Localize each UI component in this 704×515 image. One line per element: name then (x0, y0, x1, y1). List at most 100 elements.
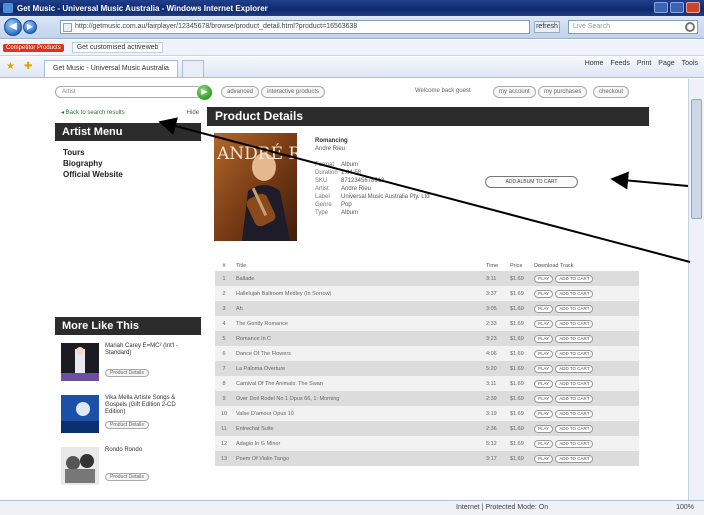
add-track-to-cart-button[interactable]: ADD TO CART (555, 424, 594, 433)
track-row[interactable]: 7 La Paloma Overture 5:20 $1.69 PLAY ADD TO C… (215, 361, 639, 376)
add-track-to-cart-button[interactable]: ADD TO CART (555, 304, 594, 313)
more-item-details-button[interactable]: Product Details (105, 473, 149, 481)
play-track-button[interactable]: PLAY (534, 274, 554, 283)
add-track-to-cart-button[interactable]: ADD TO CART (555, 439, 594, 448)
cmd-home[interactable]: Home (585, 60, 604, 67)
scrollbar-thumb[interactable] (691, 99, 702, 219)
cmd-page[interactable]: Page (658, 60, 674, 67)
links-toolbar: Competitor Products Get customised activ… (0, 40, 704, 56)
new-tab-button[interactable] (181, 60, 204, 77)
add-track-to-cart-button[interactable]: ADD TO CART (555, 334, 594, 343)
add-album-to-cart-button[interactable]: ADD ALBUM TO CART (485, 176, 578, 188)
refresh-button[interactable]: refresh (534, 21, 560, 33)
track-row[interactable]: 5 Romance In C 3:23 $1.69 PLAY ADD TO CART (215, 331, 639, 346)
artist-menu-tours[interactable]: Tours (63, 147, 201, 158)
go-button[interactable]: ▶ (197, 85, 212, 100)
play-track-button[interactable]: PLAY (534, 424, 554, 433)
track-time: 3:37 (483, 286, 507, 301)
interactive-products-link[interactable]: interactive products (261, 86, 326, 98)
track-row[interactable]: 8 Carnival Of The Animals: The Swan 3:11 $1… (215, 376, 639, 391)
cmd-tools[interactable]: Tools (682, 60, 698, 67)
browser-search-placeholder: Live Search (573, 23, 610, 30)
play-track-button[interactable]: PLAY (534, 364, 554, 373)
add-favorites-icon[interactable]: ✚ (24, 62, 34, 72)
close-window-button[interactable] (686, 2, 700, 13)
site-search-strip: Artist ▶ advanced interactive products W… (55, 85, 650, 100)
artist-menu: Tours Biography Official Website (55, 141, 201, 180)
search-icon[interactable] (685, 22, 695, 32)
artist-menu-biography[interactable]: Biography (63, 158, 201, 169)
forward-button[interactable]: ▶ (23, 20, 37, 34)
track-row[interactable]: 13 Poem Of Violin Tango 3:17 $1.69 PLAY ADD T… (215, 451, 639, 466)
add-track-to-cart-button[interactable]: ADD TO CART (555, 394, 594, 403)
track-row[interactable]: 11 Entrechat Suite 2:36 $1.69 PLAY ADD TO CAR… (215, 421, 639, 436)
back-button[interactable]: ◀ (4, 18, 22, 36)
zoom-level[interactable]: 100% (676, 504, 694, 511)
play-track-button[interactable]: PLAY (534, 454, 554, 463)
artist-menu-website[interactable]: Official Website (63, 169, 201, 180)
maximize-button[interactable] (670, 2, 684, 13)
back-to-results-link[interactable]: ◂ Back to search results Hide (55, 107, 201, 119)
competitor-badge[interactable]: Competitor Products (3, 43, 64, 52)
track-actions: PLAY ADD TO CART (531, 346, 639, 361)
add-track-to-cart-button[interactable]: ADD TO CART (555, 274, 594, 283)
add-track-to-cart-button[interactable]: ADD TO CART (555, 454, 594, 463)
track-price: $1.69 (507, 301, 531, 316)
play-track-button[interactable]: PLAY (534, 334, 554, 343)
track-number: 13 (215, 451, 233, 466)
track-title: Valse D'amour Opus 10 (233, 406, 483, 421)
track-row[interactable]: 12 Adagio In G Minor 5:12 $1.69 PLAY ADD TO C… (215, 436, 639, 451)
url-text: http://getmusic.com.au/fairplayer/123456… (75, 23, 358, 30)
vertical-scrollbar[interactable] (688, 79, 704, 500)
add-track-to-cart-button[interactable]: ADD TO CART (555, 379, 594, 388)
play-track-button[interactable]: PLAY (534, 379, 554, 388)
track-row[interactable]: 6 Dance Of The Flowers 4:06 $1.69 PLAY ADD TO… (215, 346, 639, 361)
checkout-link[interactable]: checkout (593, 86, 630, 98)
tab-active[interactable]: Get Music - Universal Music Australia (44, 60, 178, 77)
play-track-button[interactable]: PLAY (534, 409, 554, 418)
add-track-to-cart-button[interactable]: ADD TO CART (555, 289, 594, 298)
product-details-title: Product Details (207, 107, 649, 126)
album-thumbnail[interactable] (61, 395, 99, 433)
cmd-feeds[interactable]: Feeds (610, 60, 629, 67)
browser-search-input[interactable]: Live Search (568, 20, 698, 34)
my-account-link[interactable]: my account (493, 86, 536, 98)
play-track-button[interactable]: PLAY (534, 304, 554, 313)
track-time: 2:36 (483, 421, 507, 436)
more-item-details-button[interactable]: Product Details (105, 421, 149, 429)
track-price: $1.69 (507, 331, 531, 346)
track-row[interactable]: 4 The Gently Romance 2:33 $1.69 PLAY ADD TO C… (215, 316, 639, 331)
track-row[interactable]: 3 Ah 3:05 $1.69 PLAY ADD TO CART (215, 301, 639, 316)
more-item-name[interactable]: Vika Mella Artiste Songs & Gospels (Gift… (105, 395, 195, 416)
track-number: 10 (215, 406, 233, 421)
track-row[interactable]: 10 Valse D'amour Opus 10 3:19 $1.69 PLAY ADD … (215, 406, 639, 421)
play-track-button[interactable]: PLAY (534, 349, 554, 358)
track-row[interactable]: 1 Ballade 3:11 $1.69 PLAY ADD TO CART (215, 271, 639, 286)
track-row[interactable]: 9 Over Doil Rodel No 1 Opus 66, 1: Mornin… (215, 391, 639, 406)
favorites-star-icon[interactable]: ★ (6, 62, 16, 72)
minimize-button[interactable] (654, 2, 668, 13)
toolbar-item[interactable]: Get customised activeweb (71, 42, 164, 53)
cmd-print[interactable]: Print (637, 60, 651, 67)
play-track-button[interactable]: PLAY (534, 439, 554, 448)
album-thumbnail[interactable] (61, 447, 99, 485)
address-bar: ◀ ▶ http://getmusic.com.au/fairplayer/12… (0, 16, 704, 39)
add-track-to-cart-button[interactable]: ADD TO CART (555, 409, 594, 418)
play-track-button[interactable]: PLAY (534, 289, 554, 298)
url-input[interactable]: http://getmusic.com.au/fairplayer/123456… (60, 20, 530, 34)
more-item-name[interactable]: Mariah Carey E=MC² (Int'l - Standard) (105, 343, 195, 357)
my-purchases-link[interactable]: my purchases (538, 86, 588, 98)
play-track-button[interactable]: PLAY (534, 319, 554, 328)
advanced-search-link[interactable]: advanced (221, 86, 260, 98)
more-item-details-button[interactable]: Product Details (105, 369, 149, 377)
track-row[interactable]: 2 Hallelujah Ballroom Medley (In Sorrow) 3… (215, 286, 639, 301)
album-thumbnail[interactable] (61, 343, 99, 381)
site-search-input[interactable]: Artist (55, 86, 203, 98)
add-track-to-cart-button[interactable]: ADD TO CART (555, 364, 594, 373)
more-like-this-item: Mariah Carey E=MC² (Int'l - Standard) Pr… (61, 343, 195, 397)
hide-link[interactable]: Hide (187, 107, 199, 119)
add-track-to-cart-button[interactable]: ADD TO CART (555, 349, 594, 358)
play-track-button[interactable]: PLAY (534, 394, 554, 403)
add-track-to-cart-button[interactable]: ADD TO CART (555, 319, 594, 328)
more-item-name[interactable]: Rondo Rondo (105, 447, 195, 454)
